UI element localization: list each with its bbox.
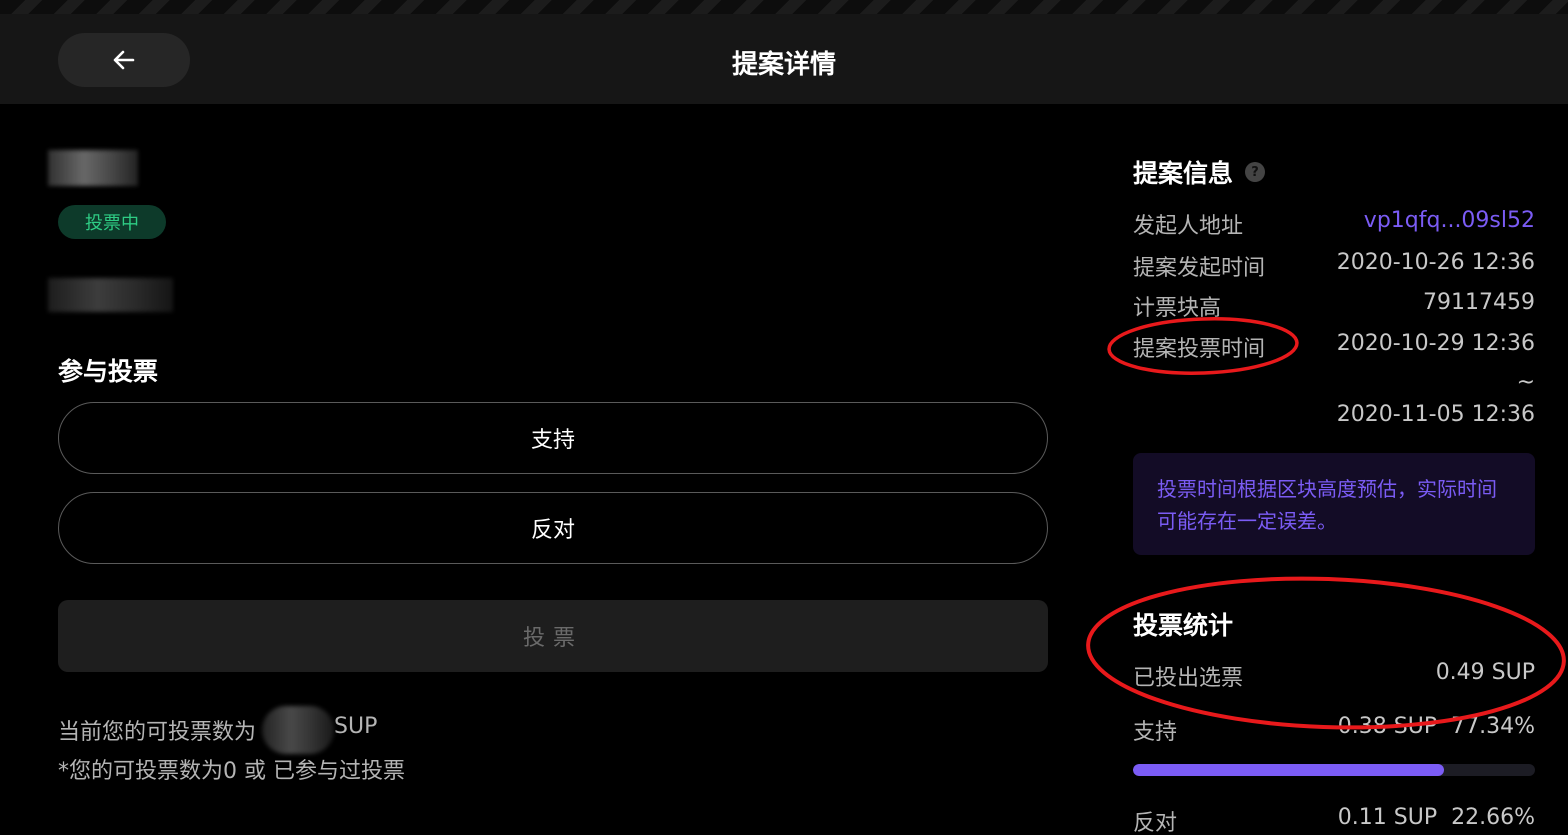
proposal-id-redacted xyxy=(48,150,138,186)
info-row-voting-time: 提案投票时间 2020-10-29 12:36 xyxy=(1133,331,1535,363)
voting-time-notice: 投票时间根据区块高度预估，实际时间可能存在一定误差。 xyxy=(1133,453,1535,555)
oppose-percent: 22.66% xyxy=(1451,805,1535,830)
stats-value-pair: 0.38 SUP 77.34% xyxy=(1338,714,1535,746)
available-votes-text: 当前您的可投票数为 SUP xyxy=(58,714,377,746)
info-label: 计票块高 xyxy=(1133,296,1222,321)
info-row-initiator: 发起人地址 vp1qfq...09sl52 xyxy=(1133,208,1535,240)
info-value: 2020-10-29 12:36 xyxy=(1336,331,1535,356)
voting-time-separator: ~ xyxy=(1516,370,1535,395)
voting-end-time: 2020-11-05 12:36 xyxy=(1336,402,1535,427)
vote-stats-title: 投票统计 xyxy=(1133,611,1234,640)
info-value: 2020-10-26 12:36 xyxy=(1336,250,1535,275)
vote-submit-button[interactable]: 投票 xyxy=(58,600,1048,672)
stats-label: 已投出选票 xyxy=(1133,666,1244,691)
stats-row-support: 支持 0.38 SUP 77.34% xyxy=(1133,714,1535,746)
proposal-info-title: 提案信息 ? xyxy=(1133,154,1535,190)
question-icon[interactable]: ? xyxy=(1245,162,1266,182)
info-label: 提案投票时间 xyxy=(1133,337,1266,362)
info-value: 79117459 xyxy=(1423,290,1535,315)
info-label: 发起人地址 xyxy=(1133,214,1244,239)
info-row-block-height: 计票块高 79117459 xyxy=(1133,290,1535,322)
proposal-name-redacted xyxy=(48,278,173,312)
support-amount: 0.38 SUP xyxy=(1337,714,1438,739)
initiator-address-link[interactable]: vp1qfq...09sl52 xyxy=(1364,208,1535,240)
stats-value-pair: 0.11 SUP 22.66% xyxy=(1338,805,1535,835)
available-votes-prefix: 当前您的可投票数为 xyxy=(58,720,257,745)
stats-label: 反对 xyxy=(1133,811,1178,835)
stats-label: 支持 xyxy=(1133,720,1178,745)
stats-value: 0.49 SUP xyxy=(1435,660,1535,685)
vote-section-title: 参与投票 xyxy=(58,357,159,386)
available-votes-unit: SUP xyxy=(334,714,378,739)
annotation-ellipse-vote-stats xyxy=(1086,576,1566,730)
support-percent: 77.34% xyxy=(1451,714,1535,739)
available-votes-redacted xyxy=(262,706,334,754)
proposal-info-title-text: 提案信息 xyxy=(1133,159,1234,188)
oppose-amount: 0.11 SUP xyxy=(1337,805,1438,830)
vote-hint-text: *您的可投票数为0 或 已参与过投票 xyxy=(58,759,405,784)
page-header: 提案详情 xyxy=(0,14,1568,104)
support-progress-bar xyxy=(1133,764,1535,776)
info-row-created: 提案发起时间 2020-10-26 12:36 xyxy=(1133,250,1535,282)
stats-row-cast: 已投出选票 0.49 SUP xyxy=(1133,660,1535,692)
stats-row-oppose: 反对 0.11 SUP 22.66% xyxy=(1133,805,1535,835)
oppose-option-button[interactable]: 反对 xyxy=(58,492,1048,564)
support-option-button[interactable]: 支持 xyxy=(58,402,1048,474)
page-title: 提案详情 xyxy=(731,50,836,80)
support-progress-fill xyxy=(1133,764,1444,776)
info-label: 提案发起时间 xyxy=(1133,256,1266,281)
top-decoration-strip xyxy=(0,0,1568,14)
status-badge: 投票中 xyxy=(58,205,166,239)
